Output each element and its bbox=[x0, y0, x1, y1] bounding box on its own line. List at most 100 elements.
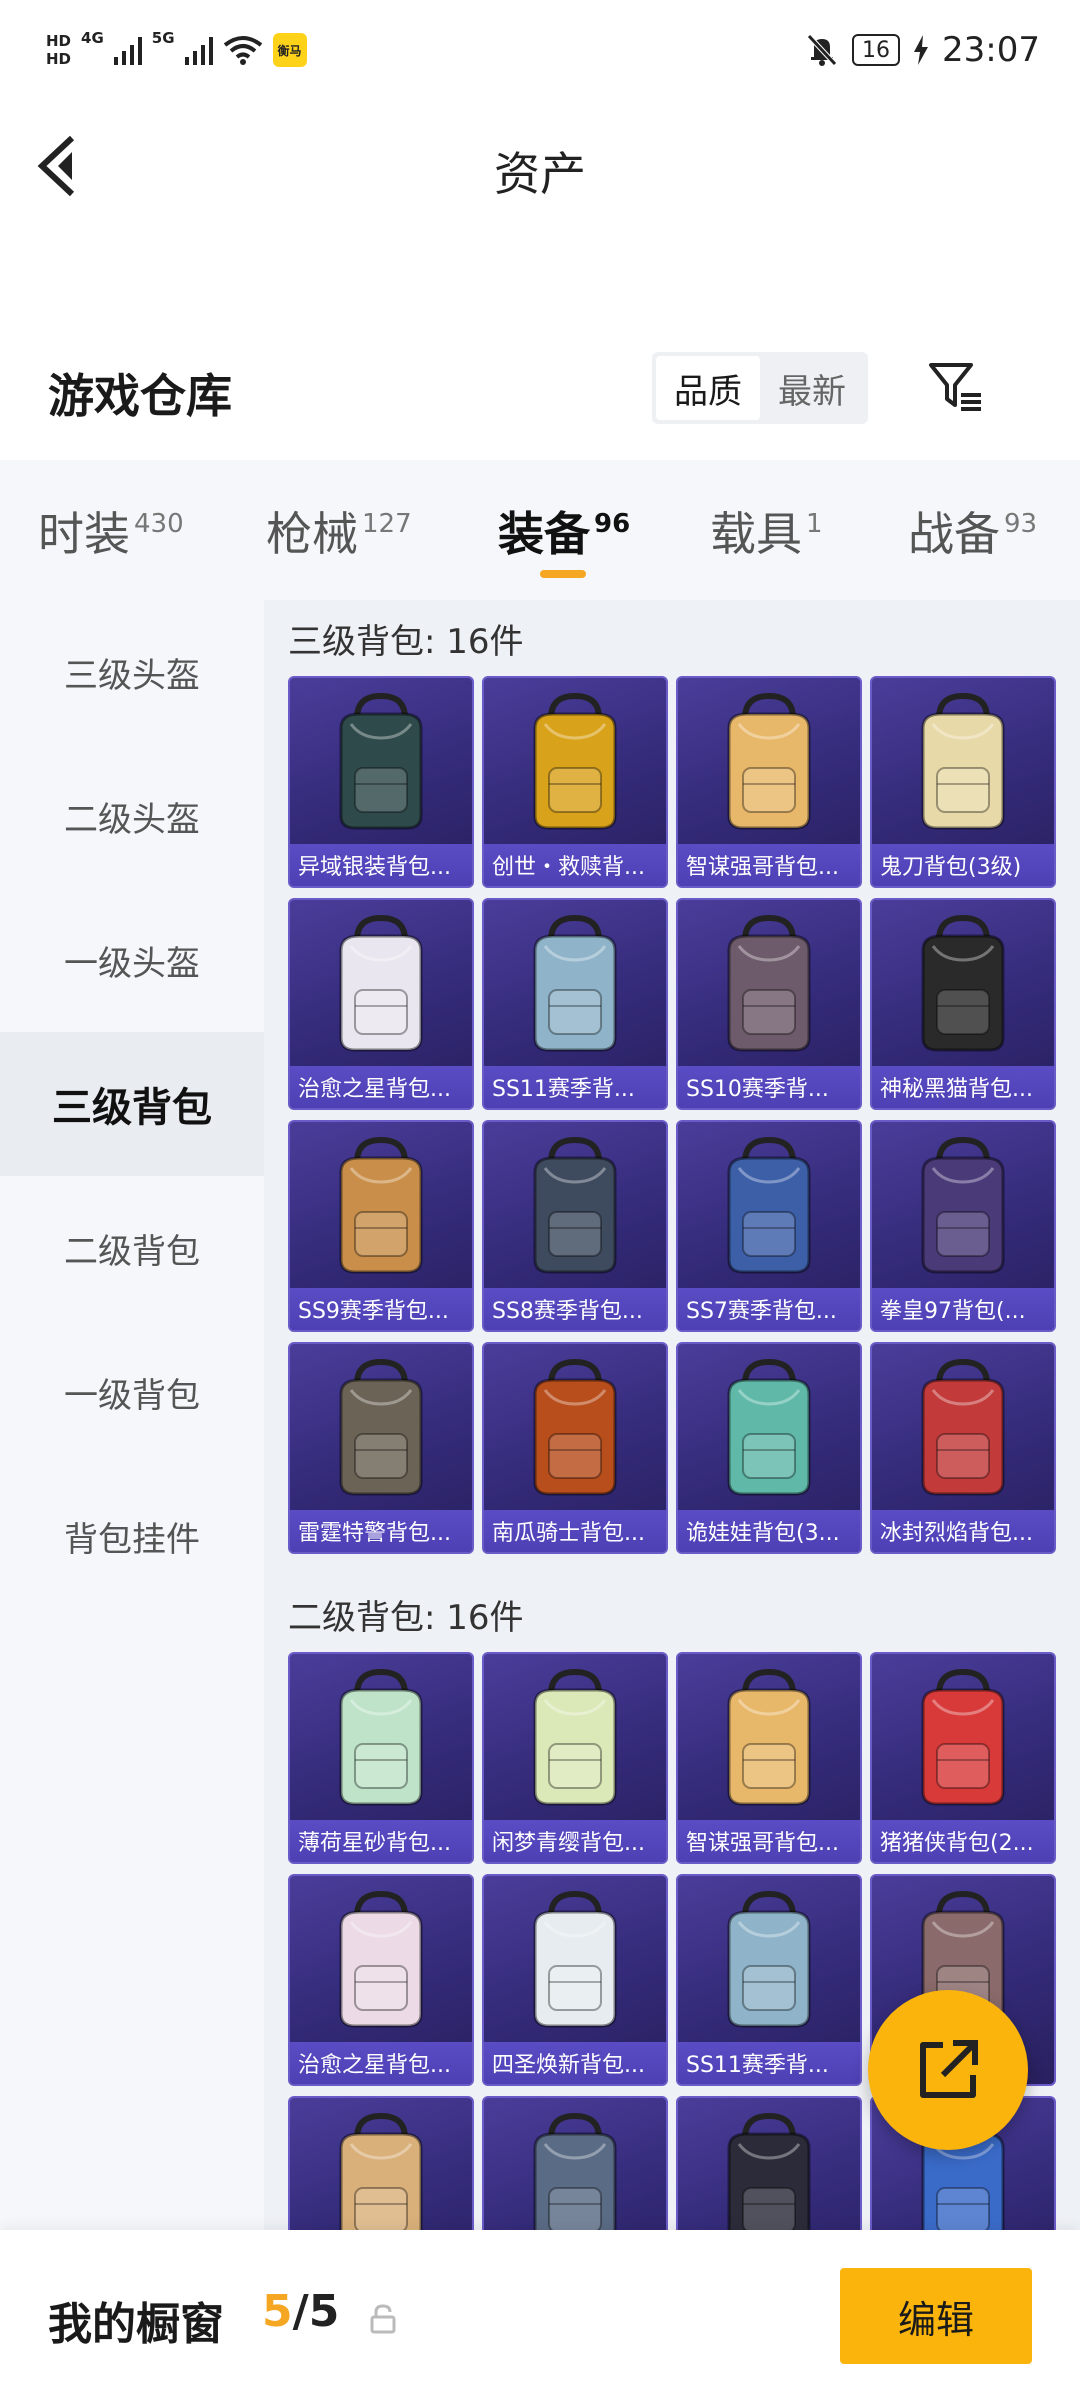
category-tabs: 时装 430 枪械 127 装备 96 载具 1 战备 93 bbox=[0, 460, 1080, 600]
section-title: 三级背包: 16件 bbox=[288, 621, 524, 662]
tab-vehicles[interactable]: 载具 1 bbox=[710, 498, 823, 564]
sidebar-item-helmet-3[interactable]: 三级头盔 bbox=[0, 600, 264, 744]
tab-count: 1 bbox=[806, 509, 823, 539]
item-card[interactable]: 南瓜骑士背包... bbox=[482, 1342, 668, 1554]
item-name-bar: 雷霆特警背包... bbox=[290, 1510, 472, 1552]
item-card[interactable]: 薄荷星砂背包... bbox=[288, 1652, 474, 1864]
tab-weapons[interactable]: 枪械 127 bbox=[266, 498, 412, 564]
sidebar-item-backpack-pendant[interactable]: 背包挂件 bbox=[0, 1464, 264, 1608]
backpack-icon bbox=[484, 678, 666, 848]
share-button[interactable] bbox=[868, 1990, 1028, 2150]
tab-count: 93 bbox=[1004, 509, 1038, 539]
backpack-icon bbox=[872, 1344, 1054, 1514]
sidebar-item-helmet-2[interactable]: 二级头盔 bbox=[0, 744, 264, 888]
backpack-icon bbox=[872, 678, 1054, 848]
item-card[interactable]: 智谋强哥背包... bbox=[676, 676, 862, 888]
item-name: 诡娃娃背包(3... bbox=[686, 1521, 840, 1546]
item-card[interactable]: 四圣焕新背包... bbox=[482, 1874, 668, 2086]
backpack-icon bbox=[290, 1876, 472, 2046]
tab-equipment[interactable]: 装备 96 bbox=[498, 498, 630, 564]
tab-count: 430 bbox=[134, 509, 184, 539]
tab-label: 枪械 bbox=[266, 507, 358, 561]
item-name: 智谋强哥背包... bbox=[686, 855, 839, 880]
tab-count: 96 bbox=[594, 509, 631, 539]
item-card[interactable]: 治愈之星背包... bbox=[288, 1874, 474, 2086]
sort-newest-button[interactable]: 最新 bbox=[760, 356, 864, 420]
filter-button[interactable] bbox=[920, 352, 990, 422]
item-name: 冰封烈焰背包... bbox=[880, 1521, 1033, 1546]
item-card[interactable]: SS11赛季背... bbox=[482, 898, 668, 1110]
item-card[interactable]: 诡娃娃背包(3... bbox=[676, 1342, 862, 1554]
item-card[interactable]: SS8赛季背包... bbox=[482, 1120, 668, 1332]
sort-quality-button[interactable]: 品质 bbox=[656, 356, 760, 420]
item-name: SS9赛季背包... bbox=[298, 1299, 449, 1324]
sidebar-item-backpack-1[interactable]: 一级背包 bbox=[0, 1320, 264, 1464]
item-name-bar: 冰封烈焰背包... bbox=[872, 1510, 1054, 1552]
item-name-bar: SS7赛季背包... bbox=[678, 1288, 860, 1330]
charging-icon bbox=[914, 35, 929, 65]
item-name-bar: 猪猪侠背包(2... bbox=[872, 1820, 1054, 1862]
tab-label: 战备 bbox=[908, 507, 1000, 561]
status-left: HD HD 4G 5G 衡马 bbox=[46, 29, 307, 68]
warehouse-title: 游戏仓库 bbox=[48, 369, 232, 423]
backpack-icon bbox=[872, 900, 1054, 1070]
item-card[interactable]: SS11赛季背... bbox=[676, 1874, 862, 2086]
item-card[interactable]: 鬼刀背包(3级) bbox=[870, 676, 1056, 888]
backpack-icon bbox=[484, 2098, 666, 2230]
item-name: 创世・救赎背... bbox=[492, 855, 645, 880]
item-card[interactable]: 冰封烈焰背包... bbox=[870, 1342, 1056, 1554]
section-title: 二级背包: 16件 bbox=[288, 1597, 524, 1638]
hd-indicator: HD HD bbox=[46, 32, 71, 68]
item-card[interactable]: SS7赛季背包... bbox=[676, 1120, 862, 1332]
item-card[interactable] bbox=[482, 2096, 668, 2230]
item-name: 鬼刀背包(3级) bbox=[880, 855, 1022, 880]
status-right: 16 23:07 bbox=[806, 30, 1040, 70]
item-name: SS11赛季背... bbox=[492, 1077, 635, 1102]
hd-label-1: HD bbox=[46, 32, 72, 50]
item-name-bar: 诡娃娃背包(3... bbox=[678, 1510, 860, 1552]
item-name-bar: 智谋强哥背包... bbox=[678, 844, 860, 886]
showcase-label: 我的橱窗 bbox=[48, 2299, 224, 2350]
item-name: SS11赛季背... bbox=[686, 2053, 829, 2078]
item-card[interactable]: 闲梦青缨背包... bbox=[482, 1652, 668, 1864]
item-name-bar: 治愈之星背包... bbox=[290, 1066, 472, 1108]
item-name: SS10赛季背... bbox=[686, 1077, 829, 1102]
item-name-bar: 鬼刀背包(3级) bbox=[872, 844, 1054, 886]
filter-icon bbox=[929, 363, 981, 411]
item-name: SS7赛季背包... bbox=[686, 1299, 837, 1324]
sidebar-item-helmet-1[interactable]: 一级头盔 bbox=[0, 888, 264, 1032]
backpack-icon bbox=[290, 900, 472, 1070]
wifi-icon bbox=[223, 36, 262, 65]
item-card[interactable]: SS9赛季背包... bbox=[288, 1120, 474, 1332]
status-bar: HD HD 4G 5G 衡马 16 23:07 bbox=[0, 0, 1080, 100]
tab-supplies[interactable]: 战备 93 bbox=[908, 498, 1037, 564]
item-name: 拳皇97背包(... bbox=[880, 1299, 1026, 1324]
tab-fashion[interactable]: 时装 430 bbox=[38, 498, 184, 564]
item-name-bar: SS10赛季背... bbox=[678, 1066, 860, 1108]
item-card[interactable] bbox=[676, 2096, 862, 2230]
item-name: 四圣焕新背包... bbox=[492, 2053, 645, 2078]
item-card[interactable]: 雷霆特警背包... bbox=[288, 1342, 474, 1554]
item-card[interactable]: SS10赛季背... bbox=[676, 898, 862, 1110]
item-name-bar: 闲梦青缨背包... bbox=[484, 1820, 666, 1862]
item-card[interactable]: 猪猪侠背包(2... bbox=[870, 1652, 1056, 1864]
item-card[interactable]: 治愈之星背包... bbox=[288, 898, 474, 1110]
item-name: SS8赛季背包... bbox=[492, 1299, 643, 1324]
signal-icon-2 bbox=[184, 35, 213, 65]
item-name-bar: 薄荷星砂背包... bbox=[290, 1820, 472, 1862]
item-card[interactable]: 智谋强哥背包... bbox=[676, 1652, 862, 1864]
sidebar-item-backpack-3[interactable]: 三级背包 bbox=[0, 1032, 264, 1176]
item-card[interactable] bbox=[288, 2096, 474, 2230]
item-card[interactable]: 拳皇97背包(... bbox=[870, 1120, 1056, 1332]
item-card[interactable]: 创世・救赎背... bbox=[482, 676, 668, 888]
item-card[interactable]: 神秘黑猫背包... bbox=[870, 898, 1056, 1110]
active-tab-indicator bbox=[540, 570, 586, 578]
item-card[interactable]: 异域银装背包... bbox=[288, 676, 474, 888]
edit-button[interactable]: 编辑 bbox=[840, 2268, 1032, 2364]
page-title: 资产 bbox=[494, 147, 586, 201]
item-name-bar: SS9赛季背包... bbox=[290, 1288, 472, 1330]
item-name: 异域银装背包... bbox=[298, 855, 451, 880]
backpack-icon bbox=[678, 2098, 860, 2230]
sidebar-item-backpack-2[interactable]: 二级背包 bbox=[0, 1176, 264, 1320]
signal-icon bbox=[113, 35, 142, 65]
